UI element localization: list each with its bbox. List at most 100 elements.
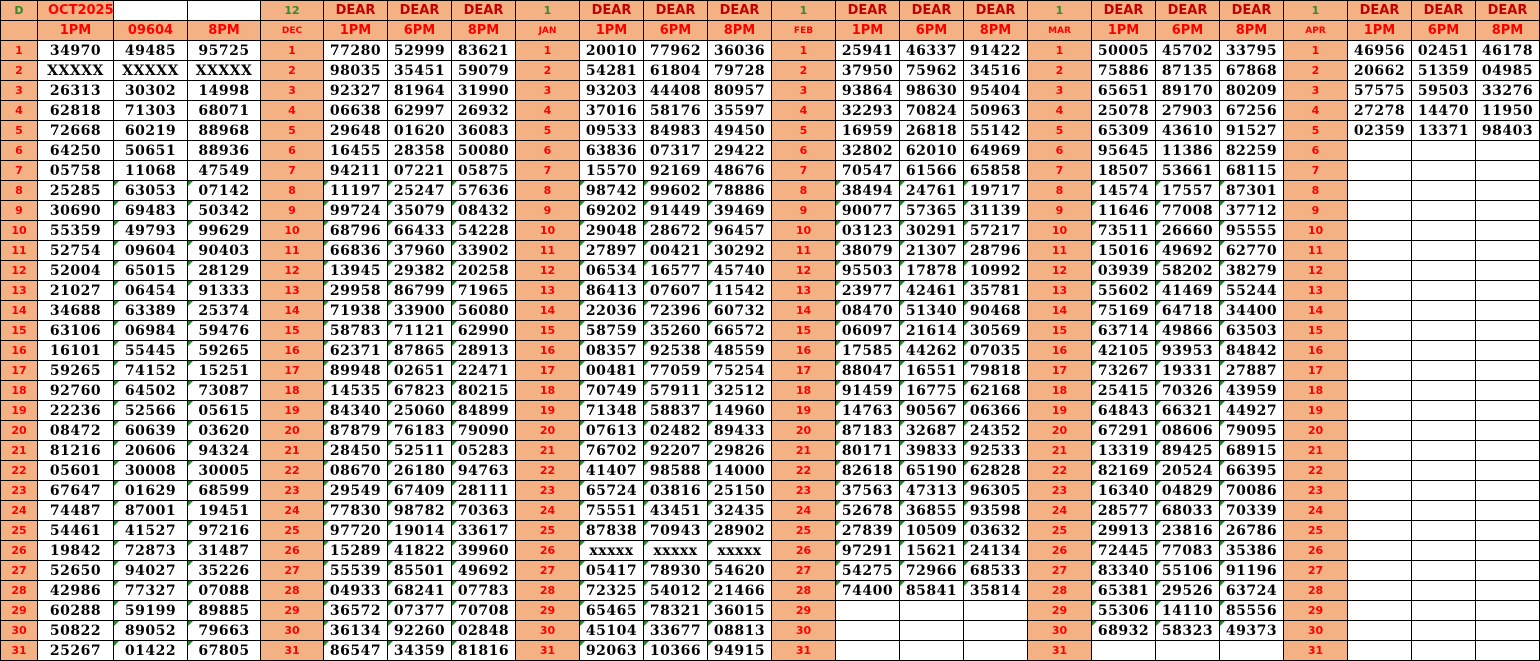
day-number: 18	[1027, 380, 1092, 401]
result-cell: 69483	[113, 200, 188, 221]
result-cell: 89425	[1155, 440, 1220, 461]
result-cell: 29826	[707, 440, 772, 461]
result-cell: 92327	[323, 80, 388, 101]
result-cell	[1347, 640, 1412, 661]
result-cell: 64718	[1155, 300, 1220, 321]
table-row: 27 52650 94027 35226 27 55539 85501 49692 27 0541…	[0, 560, 1540, 581]
day-number: 6	[515, 140, 580, 161]
result-cell: 63714	[1091, 320, 1156, 341]
day-number: 22	[0, 460, 38, 481]
result-cell: 85841	[899, 580, 964, 601]
result-cell	[1411, 180, 1476, 201]
result-cell	[1411, 520, 1476, 541]
table-row: 28 42986 77327 07088 28 04933 68241 07783 28 7232…	[0, 580, 1540, 601]
result-cell: 48559	[707, 340, 772, 361]
day-number: 27	[771, 560, 836, 581]
result-cell: 50651	[113, 140, 188, 161]
result-cell: 05875	[451, 160, 516, 181]
result-cell: 30291	[899, 220, 964, 241]
result-cell: 38494	[835, 180, 900, 201]
result-cell: 14998	[187, 80, 261, 101]
result-cell: 39469	[707, 200, 772, 221]
result-cell: 64969	[963, 140, 1028, 161]
result-cell: 95645	[1091, 140, 1156, 161]
result-cell: 33617	[451, 520, 516, 541]
result-cell: 50342	[187, 200, 261, 221]
result-cell: 37016	[579, 100, 644, 121]
result-cell: 27839	[835, 520, 900, 541]
day-number: 1	[260, 40, 324, 61]
result-cell: 72668	[37, 120, 114, 141]
result-cell: 08472	[37, 420, 114, 441]
result-cell: 72873	[113, 540, 188, 561]
day-number: 2	[1283, 60, 1348, 81]
day-number: 4	[1027, 100, 1092, 121]
header-row-top: D OCT2025 12 DEAR DEAR DEAR 1 DEAR DEAR …	[0, 0, 1540, 21]
result-cell: 92538	[643, 340, 708, 361]
table-row: 8 25285 63053 07142 8 11197 25247 57636 8 98742 99…	[0, 180, 1540, 201]
result-cell: 50005	[1091, 40, 1156, 61]
result-cell: 17585	[835, 340, 900, 361]
result-cell: 29648	[323, 120, 388, 141]
result-cell: 52678	[835, 500, 900, 521]
time-6pm: 6PM	[1155, 20, 1220, 41]
result-cell: 92063	[579, 640, 644, 661]
blank-cell	[187, 0, 261, 21]
day-number: 16	[260, 340, 324, 361]
result-cell: 85556	[1219, 600, 1284, 621]
result-cell: 98782	[387, 500, 452, 521]
day-number: 11	[515, 240, 580, 261]
result-cell: 41407	[579, 460, 644, 481]
result-cell: 70708	[451, 600, 516, 621]
day-number: 22	[260, 460, 324, 481]
result-cell: 39833	[899, 440, 964, 461]
result-cell: 19331	[1155, 360, 1220, 381]
result-cell: 44262	[899, 340, 964, 361]
apr-label: APR	[1283, 20, 1348, 41]
result-cell: 14574	[1091, 180, 1156, 201]
result-cell: 45740	[707, 260, 772, 281]
day-number: 9	[771, 200, 836, 221]
result-cell: 14470	[1411, 100, 1476, 121]
result-cell	[1411, 160, 1476, 181]
result-cell	[899, 640, 964, 661]
result-cell: 59265	[187, 340, 261, 361]
table-row: 25 54461 41527 97216 25 97720 19014 33617 25 8783…	[0, 520, 1540, 541]
result-cell: 68796	[323, 220, 388, 241]
result-cell: 22236	[37, 400, 114, 421]
result-cell: 30569	[963, 320, 1028, 341]
result-cell: 68071	[187, 100, 261, 121]
result-cell	[1091, 640, 1156, 661]
result-cell	[1347, 240, 1412, 261]
result-cell: 98588	[643, 460, 708, 481]
time-6pm: 6PM	[899, 20, 964, 41]
day-number: 17	[1283, 360, 1348, 381]
result-cell: 81216	[37, 440, 114, 461]
result-cell: 06454	[113, 280, 188, 301]
result-cell	[1347, 200, 1412, 221]
dear-label: DEAR	[643, 0, 708, 21]
mar-number: 1	[1027, 0, 1092, 21]
result-cell	[1411, 580, 1476, 601]
day-header: D	[0, 0, 38, 21]
result-cell	[1411, 200, 1476, 221]
result-cell: 67823	[387, 380, 452, 401]
day-number: 14	[260, 300, 324, 321]
result-cell: 36015	[707, 600, 772, 621]
result-cell: 59265	[37, 360, 114, 381]
result-cell: 32802	[835, 140, 900, 161]
result-cell: 02451	[1411, 40, 1476, 61]
result-cell: 91459	[835, 380, 900, 401]
result-cell: 90567	[899, 400, 964, 421]
result-cell: 15621	[899, 540, 964, 561]
result-cell: 36083	[451, 120, 516, 141]
result-cell: 28111	[451, 480, 516, 501]
day-number: 29	[771, 600, 836, 621]
result-cell: 60288	[37, 600, 114, 621]
result-cell: 26313	[37, 80, 114, 101]
day-number: 28	[1283, 580, 1348, 601]
result-cell: 66395	[1219, 460, 1284, 481]
result-cell: 74487	[37, 500, 114, 521]
table-row: 17 59265 74152 15251 17 89948 02651 22471 17 0048…	[0, 360, 1540, 381]
result-cell: 62168	[963, 380, 1028, 401]
